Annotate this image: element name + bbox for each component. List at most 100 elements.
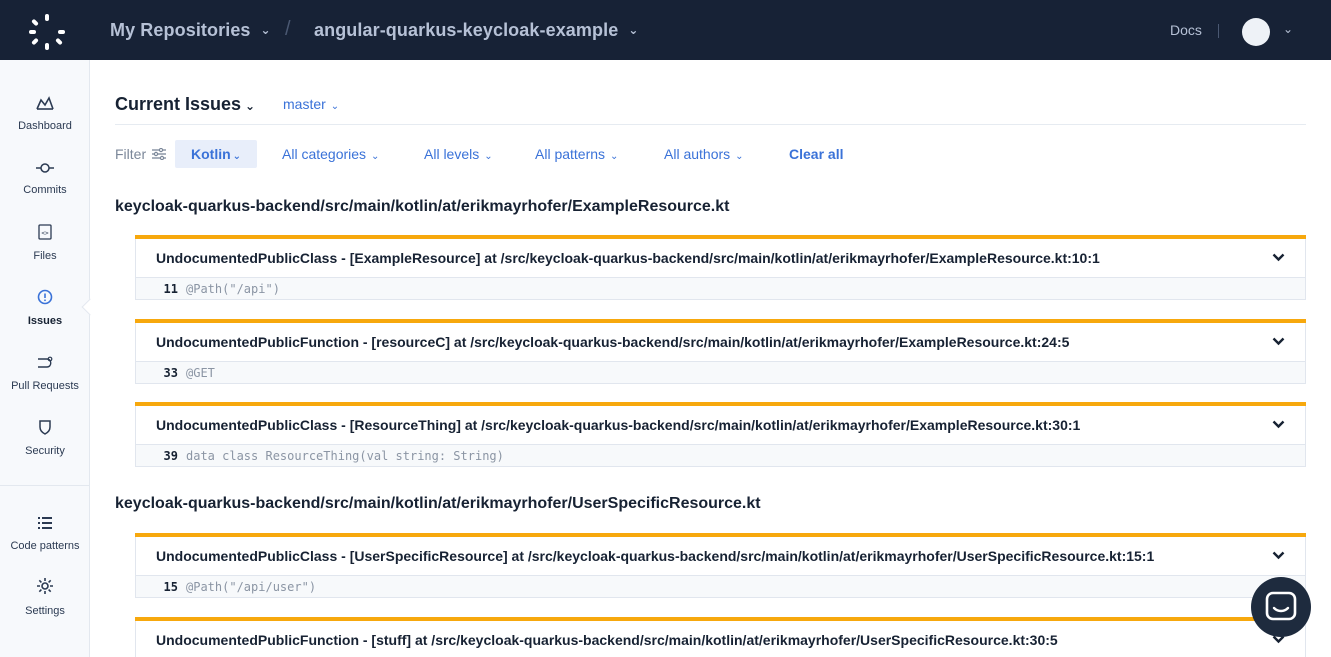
issue-card: UndocumentedPublicClass - [ResourceThing… <box>135 402 1306 467</box>
sidebar-item-label: Files <box>33 250 57 262</box>
avatar[interactable] <box>1242 18 1270 46</box>
top-bar: My Repositories ⌄ / angular-quarkus-keycl… <box>0 0 1331 60</box>
chevron-down-icon: ⌄ <box>330 101 340 112</box>
branch-label: master <box>283 96 326 112</box>
chevron-down-icon: ⌄ <box>735 151 744 162</box>
sidebar-item-label: Commits <box>23 184 67 196</box>
patterns-filter[interactable]: All patterns ⌄ <box>535 146 618 162</box>
code-snippet: 39 data class ResourceThing(val string: … <box>135 444 1306 467</box>
language-filter-label: Kotlin <box>191 146 231 162</box>
issue-title: UndocumentedPublicClass - [ExampleResour… <box>156 250 1100 266</box>
file-path-heading[interactable]: keycloak-quarkus-backend/src/main/kotlin… <box>115 198 729 216</box>
file-path-heading[interactable]: keycloak-quarkus-backend/src/main/kotlin… <box>115 495 761 513</box>
code-line: data class ResourceThing(val string: Str… <box>186 449 504 463</box>
issue-header[interactable]: UndocumentedPublicClass - [UserSpecificR… <box>135 537 1306 575</box>
codacy-logo-icon[interactable] <box>28 13 66 51</box>
sidebar-item-label: Code patterns <box>10 540 80 552</box>
chevron-down-icon[interactable] <box>1272 551 1285 560</box>
issue-card: UndocumentedPublicFunction - [resourceC]… <box>135 319 1306 384</box>
chevron-down-icon: ⌄ <box>260 23 271 37</box>
clear-all-button[interactable]: Clear all <box>789 146 843 162</box>
filter-label: Filter <box>115 146 147 162</box>
sidebar-item-label: Issues <box>27 315 63 327</box>
issue-title: UndocumentedPublicFunction - [stuff] at … <box>156 632 1058 648</box>
sidebar-item-pull-requests[interactable]: Pull Requests <box>0 356 90 394</box>
docs-link[interactable]: Docs <box>1170 22 1202 38</box>
sidebar-item-commits[interactable]: Commits <box>0 162 90 198</box>
sidebar-item-label: Settings <box>25 605 65 617</box>
line-number: 11 <box>163 282 178 296</box>
chevron-down-icon[interactable] <box>1272 420 1285 429</box>
chat-icon <box>1265 591 1297 621</box>
sidebar-item-label: Dashboard <box>18 120 72 132</box>
issue-header[interactable]: UndocumentedPublicClass - [ResourceThing… <box>135 406 1306 444</box>
header-divider <box>115 124 1306 125</box>
chevron-down-icon[interactable] <box>1272 253 1285 262</box>
chat-launcher-button[interactable] <box>1251 577 1311 637</box>
svg-text:<>: <> <box>41 230 49 237</box>
sidebar-item-issues[interactable]: Issues <box>0 289 90 329</box>
chevron-down-icon[interactable] <box>1272 337 1285 346</box>
chevron-down-icon: ⌄ <box>628 23 639 37</box>
line-number: 39 <box>163 449 178 463</box>
chevron-down-icon[interactable]: ⌄ <box>1283 22 1293 36</box>
code-snippet: 33 @GET <box>135 361 1306 384</box>
repository-name: angular-quarkus-keycloak-example <box>314 20 619 40</box>
code-snippet: 11 @Path("/api") <box>135 277 1306 300</box>
code-snippet: 15 @Path("/api/user") <box>135 575 1306 598</box>
categories-filter-label: All categories <box>282 146 367 162</box>
list-icon <box>38 517 52 529</box>
levels-filter-label: All levels <box>424 146 480 162</box>
sidebar: Dashboard Commits <> Files Issues Pull R… <box>0 60 99 657</box>
chevron-down-icon: ⌄ <box>610 151 619 162</box>
sidebar-item-settings[interactable]: Settings <box>0 577 90 619</box>
sidebar-item-code-patterns[interactable]: Code patterns <box>0 516 90 554</box>
issue-card: UndocumentedPublicFunction - [stuff] at … <box>135 617 1306 657</box>
chevron-down-icon: ⌄ <box>484 151 493 162</box>
issue-header[interactable]: UndocumentedPublicFunction - [stuff] at … <box>135 621 1306 657</box>
issue-header[interactable]: UndocumentedPublicClass - [ExampleResour… <box>135 239 1306 277</box>
sidebar-item-label: Pull Requests <box>11 380 79 392</box>
shield-icon <box>39 420 51 435</box>
chevron-down-icon: ⌄ <box>371 151 380 162</box>
file-icon: <> <box>38 224 52 240</box>
breadcrumb-separator: / <box>285 18 291 40</box>
sidebar-divider <box>0 485 89 486</box>
sidebar-item-dashboard[interactable]: Dashboard <box>0 96 90 134</box>
issue-card: UndocumentedPublicClass - [ExampleResour… <box>135 235 1306 300</box>
authors-filter[interactable]: All authors ⌄ <box>664 146 744 162</box>
line-number: 33 <box>163 366 178 380</box>
alert-circle-icon <box>37 289 53 305</box>
branch-dropdown[interactable]: master ⌄ <box>283 96 339 112</box>
issue-title: UndocumentedPublicClass - [UserSpecificR… <box>156 548 1155 564</box>
line-number: 15 <box>163 580 178 594</box>
repository-dropdown[interactable]: angular-quarkus-keycloak-example ⌄ <box>314 20 638 41</box>
sidebar-item-files[interactable]: <> Files <box>0 224 90 264</box>
header-divider <box>1218 24 1219 38</box>
issue-header[interactable]: UndocumentedPublicFunction - [resourceC]… <box>135 323 1306 361</box>
sidebar-item-label: Security <box>25 445 65 457</box>
chevron-down-icon: ⌄ <box>245 99 256 113</box>
issue-title: UndocumentedPublicFunction - [resourceC]… <box>156 334 1070 350</box>
gear-icon <box>37 578 53 594</box>
language-filter-chip[interactable]: Kotlin ⌄ <box>175 140 257 168</box>
page-title-dropdown[interactable]: Current Issues ⌄ <box>115 94 255 115</box>
page-title: Current Issues <box>115 94 242 114</box>
sliders-icon[interactable] <box>152 148 166 160</box>
commit-icon <box>36 163 54 173</box>
levels-filter[interactable]: All levels ⌄ <box>424 146 493 162</box>
patterns-filter-label: All patterns <box>535 146 606 162</box>
chart-icon <box>36 96 54 110</box>
my-repositories-dropdown[interactable]: My Repositories ⌄ <box>110 20 271 41</box>
code-line: @GET <box>186 366 215 380</box>
sidebar-item-security[interactable]: Security <box>0 419 90 459</box>
code-line: @Path("/api") <box>186 282 280 296</box>
authors-filter-label: All authors <box>664 146 731 162</box>
code-line: @Path("/api/user") <box>186 580 317 594</box>
chevron-down-icon: ⌄ <box>232 151 242 162</box>
categories-filter[interactable]: All categories ⌄ <box>282 146 379 162</box>
issue-title: UndocumentedPublicClass - [ResourceThing… <box>156 417 1081 433</box>
pull-request-icon <box>38 356 53 368</box>
issue-card: UndocumentedPublicClass - [UserSpecificR… <box>135 533 1306 598</box>
my-repositories-label: My Repositories <box>110 20 251 40</box>
